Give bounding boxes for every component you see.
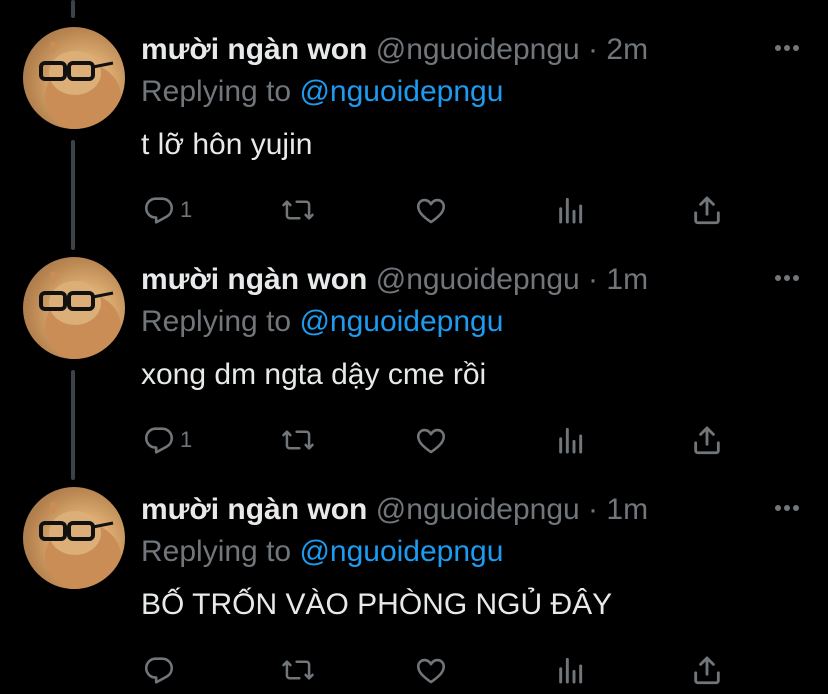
like-button[interactable] [414, 190, 448, 230]
display-name[interactable]: mười ngàn won [141, 493, 367, 526]
replying-to-link[interactable]: @nguoidepngu [299, 75, 503, 108]
replying-to-label: Replying to [141, 535, 300, 568]
more-icon [775, 45, 799, 51]
replying-to: Replying to @nguoidepngu [141, 302, 503, 342]
like-icon [416, 428, 446, 454]
separator-dot: · [588, 263, 599, 296]
user-handle[interactable]: @nguoidepngu [376, 263, 580, 296]
like-button[interactable] [414, 420, 448, 460]
share-icon [694, 196, 720, 225]
reply-icon [144, 427, 174, 454]
share-button[interactable] [690, 190, 724, 230]
avatar[interactable] [23, 487, 125, 589]
like-icon [416, 658, 446, 684]
retweet-icon [282, 200, 314, 220]
more-options-button[interactable] [770, 266, 804, 290]
share-button[interactable] [690, 420, 724, 460]
timestamp[interactable]: 1m [606, 493, 648, 526]
replying-to-label: Replying to [141, 75, 300, 108]
replying-to: Replying to @nguoidepngu [141, 72, 503, 112]
like-icon [416, 198, 446, 224]
user-handle[interactable]: @nguoidepngu [376, 493, 580, 526]
avatar[interactable] [23, 27, 125, 129]
tweet[interactable]: mười ngàn won @nguoidepngu · 1m Replying… [0, 230, 828, 460]
reply-count: 1 [180, 427, 193, 452]
more-icon [775, 275, 799, 281]
more-options-button[interactable] [770, 496, 804, 520]
reply-icon [144, 657, 174, 684]
replying-to-link[interactable]: @nguoidepngu [299, 305, 503, 338]
replying-to-link[interactable]: @nguoidepngu [299, 535, 503, 568]
retweet-button[interactable] [280, 650, 316, 690]
replying-to: Replying to @nguoidepngu [141, 532, 503, 572]
tweet-header: mười ngàn won @nguoidepngu · 2m [141, 30, 648, 70]
tweet-text: t lỡ hôn yujin [141, 128, 313, 161]
reply-button[interactable]: 1 [142, 420, 192, 460]
analytics-icon [559, 657, 583, 684]
tweet[interactable]: mười ngàn won @nguoidepngu · 2m Replying… [0, 0, 828, 230]
tweet-header: mười ngàn won @nguoidepngu · 1m [141, 490, 648, 530]
user-handle[interactable]: @nguoidepngu [376, 33, 580, 66]
tweet[interactable]: mười ngàn won @nguoidepngu · 1m Replying… [0, 460, 828, 690]
reply-icon [144, 197, 174, 224]
analytics-button[interactable] [554, 190, 586, 230]
share-button[interactable] [690, 650, 724, 690]
tweet-actions: 1 [0, 190, 828, 230]
retweet-icon [282, 430, 314, 450]
replying-to-label: Replying to [141, 305, 300, 338]
analytics-button[interactable] [554, 420, 586, 460]
analytics-icon [559, 427, 583, 454]
tweet-actions: 1 [0, 420, 828, 460]
timestamp[interactable]: 1m [606, 263, 648, 296]
share-icon [694, 426, 720, 455]
separator-dot: · [588, 493, 599, 526]
reply-count: 1 [180, 197, 193, 222]
more-options-button[interactable] [770, 36, 804, 60]
reply-button[interactable] [142, 650, 180, 690]
tweet-actions [0, 650, 828, 690]
display-name[interactable]: mười ngàn won [141, 33, 367, 66]
analytics-button[interactable] [554, 650, 586, 690]
analytics-icon [559, 197, 583, 224]
tweet-text: xong dm ngta dậy cme rồi [141, 358, 487, 391]
share-icon [694, 656, 720, 685]
avatar[interactable] [23, 257, 125, 359]
display-name[interactable]: mười ngàn won [141, 263, 367, 296]
retweet-button[interactable] [280, 190, 316, 230]
timestamp[interactable]: 2m [606, 33, 648, 66]
like-button[interactable] [414, 650, 448, 690]
more-icon [775, 505, 799, 511]
separator-dot: · [588, 33, 599, 66]
reply-button[interactable]: 1 [142, 190, 192, 230]
tweet-text: BỐ TRỐN VÀO PHÒNG NGỦ ĐÂY [141, 588, 613, 621]
retweet-icon [282, 660, 314, 680]
retweet-button[interactable] [280, 420, 316, 460]
tweet-header: mười ngàn won @nguoidepngu · 1m [141, 260, 648, 300]
